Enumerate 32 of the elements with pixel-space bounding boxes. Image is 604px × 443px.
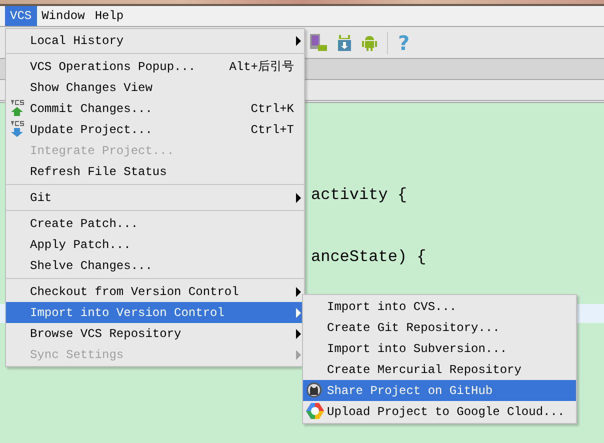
menu-item[interactable]: Apply Patch... xyxy=(6,234,304,255)
cloud-icon xyxy=(306,402,324,419)
code-line: anceState) { xyxy=(311,247,426,267)
commit-icon xyxy=(9,99,25,117)
menu-item[interactable]: Import into Version Control xyxy=(6,302,304,323)
update-icon xyxy=(9,120,25,138)
menu-item[interactable]: Share Project on GitHub xyxy=(303,380,576,401)
menu-item[interactable]: Git xyxy=(6,187,304,208)
menu-bar-item[interactable]: Help xyxy=(90,6,129,26)
menu-item[interactable]: Create Mercurial Repository xyxy=(303,359,576,380)
menu-item[interactable]: Local History xyxy=(6,30,304,51)
menu-item[interactable]: Shelve Changes... xyxy=(6,255,304,276)
download-icon[interactable] xyxy=(337,34,352,50)
menu-item[interactable]: Import into CVS... xyxy=(303,296,576,317)
menu-item[interactable]: Refresh File Status xyxy=(6,161,304,182)
github-icon xyxy=(306,382,322,398)
shortcut-text: Ctrl+T xyxy=(250,122,294,138)
menu-item[interactable]: Upload Project to Google Cloud... xyxy=(303,401,576,422)
menu-item[interactable]: Import into Subversion... xyxy=(303,338,576,359)
menu-item[interactable]: Create Patch... xyxy=(6,213,304,234)
shortcut-text: Ctrl+K xyxy=(250,100,294,118)
menu-bar-item[interactable]: Window xyxy=(36,6,90,26)
code-line: activity { xyxy=(311,185,408,205)
menu-item[interactable]: Show Changes View xyxy=(6,77,304,98)
menu-item[interactable]: Create Git Repository... xyxy=(303,317,576,338)
device-icon[interactable] xyxy=(310,34,327,51)
shortcut-text: Alt+后引号 xyxy=(229,58,294,76)
menu-item[interactable]: Update Project... Ctrl+T xyxy=(6,119,304,140)
android-icon[interactable] xyxy=(362,34,377,50)
menu-item[interactable]: VCS Operations Popup... Alt+后引号 xyxy=(6,56,304,77)
menu-bar-item[interactable]: VCS xyxy=(5,6,37,26)
menu-item[interactable]: Commit Changes... Ctrl+K xyxy=(6,98,304,119)
